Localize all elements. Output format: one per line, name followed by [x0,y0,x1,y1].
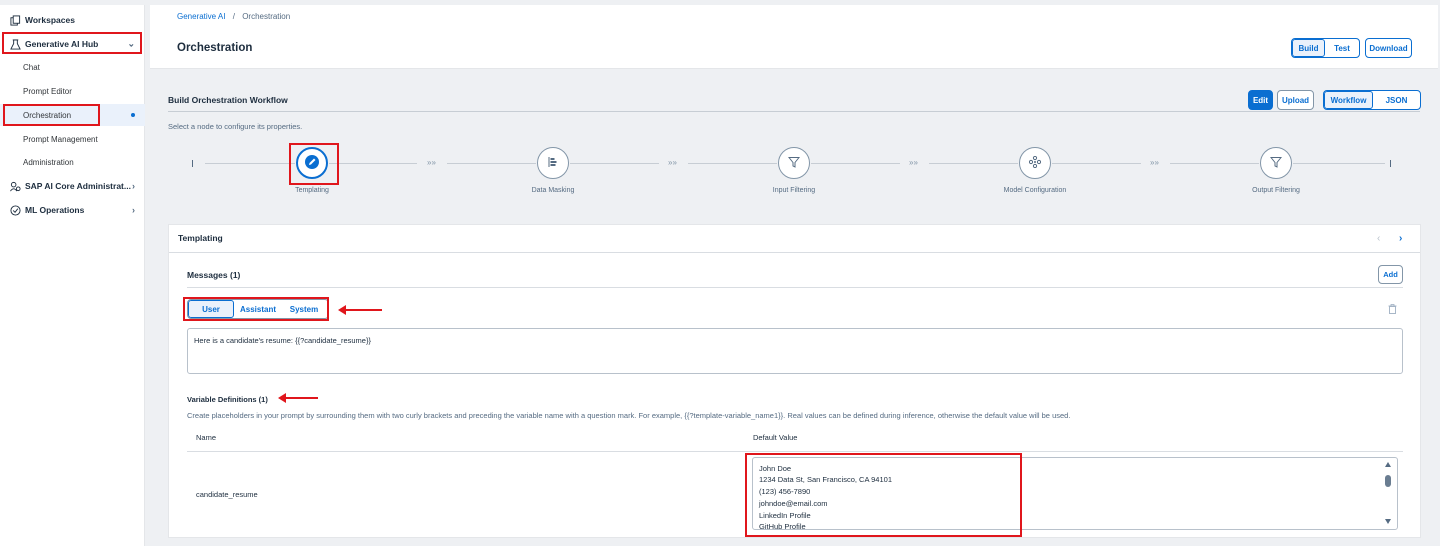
flow-line [929,163,1018,164]
card-divider [169,252,1420,253]
node-output-filtering[interactable] [1260,147,1292,179]
download-button[interactable]: Download [1365,38,1412,58]
filter-icon [1269,156,1283,170]
page-header: Generative AI / Orchestration Orchestrat… [150,5,1438,69]
flow-line [1170,163,1259,164]
variable-definitions-hint: Create placeholders in your prompt by su… [187,411,1071,420]
flow-line [205,163,295,164]
scroll-up-arrow[interactable] [1385,462,1391,467]
flow-arrow: »» [668,158,677,167]
data-masking-icon [547,156,559,170]
sidebar-item-prompt-management[interactable]: Prompt Management [0,128,145,150]
flow-start-marker [192,160,193,167]
flow-line [811,163,900,164]
filter-icon [787,156,801,170]
annotation-box-default-value [745,453,1022,537]
flow-line [688,163,777,164]
annotation-arrow-variables [278,393,318,403]
breadcrumb-separator: / [232,12,235,21]
variable-definitions-title: Variable Definitions (1) [187,395,268,404]
node-label-output-filtering: Output Filtering [1252,187,1300,194]
workflow-divider [168,111,1420,112]
view-toggle: Workflow JSON [1323,90,1421,110]
flow-line [570,163,659,164]
node-label-model-configuration: Model Configuration [1003,187,1067,194]
add-message-button[interactable]: Add [1378,265,1403,284]
sidebar-item-administration[interactable]: Administration [0,151,145,173]
admin-icon [8,179,22,193]
annotation-box-templating-node [289,143,339,185]
breadcrumb-link-generative-ai[interactable]: Generative AI [177,12,225,21]
node-label-templating: Templating [295,187,329,194]
workflow-panel: Build Orchestration Workflow Edit Upload… [150,76,1438,211]
flow-arrow: »» [909,158,918,167]
chevron-right-icon: › [132,181,135,191]
chevron-right-icon[interactable]: › [1399,233,1402,244]
sidebar-item-label: Workspaces [25,15,75,25]
flow-line [1052,163,1141,164]
node-input-filtering[interactable] [778,147,810,179]
scroll-down-arrow[interactable] [1385,519,1391,524]
workspaces-icon [8,13,22,27]
chevron-left-icon[interactable]: ‹ [1377,233,1380,244]
sidebar-item-sap-ai-core-administration[interactable]: SAP AI Core Administrat... › [0,175,145,197]
message-textarea[interactable]: Here is a candidate's resume: {{?candida… [187,328,1403,374]
chevron-right-icon: › [132,205,135,215]
workflow-hint: Select a node to configure its propertie… [168,122,303,131]
ml-ops-icon [8,203,22,217]
sidebar-item-label: Administration [23,157,74,167]
build-test-toggle: Build Test [1291,38,1360,58]
sidebar-item-chat[interactable]: Chat [0,56,145,78]
breadcrumb-current: Orchestration [242,12,291,21]
table-header-divider [187,451,1403,452]
node-label-input-filtering: Input Filtering [772,187,816,194]
sidebar-item-label: SAP AI Core Administrat... [25,181,131,191]
flow-line [329,163,417,164]
sidebar: Workspaces Generative AI Hub ⌄ Chat Prom… [0,5,145,546]
messages-title: Messages (1) [187,270,241,280]
flow-arrow: »» [427,158,436,167]
annotation-box-orchestration [3,104,100,126]
model-config-icon [1028,155,1042,170]
sidebar-item-label: Prompt Editor [23,86,72,96]
flow-arrow: »» [1150,158,1159,167]
tab-workflow[interactable]: Workflow [1324,91,1373,109]
tab-json[interactable]: JSON [1373,91,1420,109]
sidebar-item-label: Chat [23,62,40,72]
annotation-box-generative-ai-hub [2,32,142,54]
page-title: Orchestration [177,42,253,54]
sidebar-item-workspaces[interactable]: Workspaces [0,9,145,31]
selected-indicator [131,113,135,117]
tab-build[interactable]: Build [1292,39,1325,57]
node-label-data-masking: Data Masking [531,187,575,194]
sidebar-item-label: ML Operations [25,205,85,215]
upload-button[interactable]: Upload [1277,90,1314,110]
sidebar-item-ml-operations[interactable]: ML Operations › [0,199,145,221]
templating-title: Templating [178,233,223,243]
annotation-arrow-roles [338,305,382,315]
workflow-title: Build Orchestration Workflow [168,95,288,105]
tab-test[interactable]: Test [1325,39,1359,57]
edit-button[interactable]: Edit [1248,90,1273,110]
node-data-masking[interactable] [537,147,569,179]
flow-line [447,163,536,164]
variable-name-cell: candidate_resume [196,490,258,499]
column-header-name: Name [196,433,217,442]
sidebar-item-label: Prompt Management [23,134,98,144]
scrollbar-thumb[interactable] [1385,475,1391,487]
flow-line [1293,163,1385,164]
annotation-box-roles [183,297,329,321]
flow-end-marker [1390,160,1391,167]
column-header-default-value: Default Value [753,433,798,442]
delete-icon[interactable] [1388,304,1397,316]
sidebar-item-prompt-editor[interactable]: Prompt Editor [0,80,145,102]
messages-divider [187,287,1403,288]
node-model-configuration[interactable] [1019,147,1051,179]
breadcrumb: Generative AI / Orchestration [177,12,290,21]
